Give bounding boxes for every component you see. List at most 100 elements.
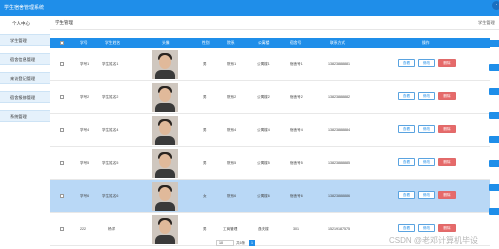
- cell-name: 杨洋: [108, 227, 116, 231]
- cell-phone: 13823888881: [328, 62, 350, 66]
- edit-button[interactable]: 修改: [418, 92, 435, 100]
- sidebar-item-visitor[interactable]: 来访登记管理: [0, 72, 50, 84]
- row-checkbox[interactable]: [60, 194, 64, 198]
- cell-name: 学生姓名4: [102, 128, 119, 132]
- cell-phone: 13823888885: [328, 161, 350, 165]
- table-row[interactable]: 学号4 学生姓名4 男 院系4 公寓楼4 宿舍号4 13823888884 查看…: [50, 114, 490, 147]
- row-checkbox[interactable]: [60, 95, 64, 99]
- delete-button[interactable]: 删除: [438, 158, 456, 166]
- main-content: 学生管理 学生管理 学号 学生姓名 头像 性别 院系 公寓楼 宿舍号 联系方式 …: [50, 16, 499, 249]
- cell-dept: 院系5: [227, 161, 237, 165]
- delete-button[interactable]: 删除: [438, 191, 456, 199]
- delete-button[interactable]: 删除: [438, 92, 456, 100]
- avatar: [152, 182, 178, 211]
- avatar: [152, 149, 178, 178]
- cell-dept: 工商管理: [223, 227, 238, 231]
- table-row[interactable]: 学号1 学生姓名1 男 院系1 公寓楼1 宿舍号1 13823888881 查看…: [50, 48, 490, 81]
- cell-phone: 13823888882: [328, 95, 350, 99]
- sidebar-item-repair[interactable]: 宿舍报修管理: [0, 91, 50, 103]
- user-avatar-icon[interactable]: ·: [492, 1, 499, 10]
- page-current[interactable]: 1: [249, 240, 255, 246]
- cell-gender: 男: [203, 227, 207, 231]
- view-button[interactable]: 查看: [398, 59, 415, 67]
- edit-button[interactable]: 修改: [418, 191, 435, 199]
- side-tool-button[interactable]: [489, 40, 499, 47]
- header-actions: 操作: [422, 41, 430, 45]
- cell-name: 学生姓名2: [102, 95, 119, 99]
- breadcrumb: 学生管理: [478, 20, 495, 25]
- view-button[interactable]: 查看: [398, 224, 415, 232]
- view-button[interactable]: 查看: [398, 125, 415, 133]
- view-button[interactable]: 查看: [398, 158, 415, 166]
- side-tool-button[interactable]: [489, 112, 499, 119]
- avatar: [152, 116, 178, 145]
- cell-id: 学号6: [80, 194, 90, 198]
- edit-button[interactable]: 修改: [418, 125, 435, 133]
- side-tool-button[interactable]: [489, 160, 499, 167]
- delete-button[interactable]: 删除: [438, 59, 456, 67]
- side-tool-button[interactable]: [489, 208, 499, 215]
- cell-dept: 院系1: [227, 62, 237, 66]
- page-size-select[interactable]: 10: [216, 240, 234, 246]
- cell-building: 逸夫楼: [258, 227, 269, 231]
- cell-building: 公寓楼4: [257, 128, 270, 132]
- cell-id: 学号5: [80, 161, 90, 165]
- cell-id: 学号4: [80, 128, 90, 132]
- cell-room: 宿舍号5: [290, 161, 303, 165]
- sidebar-item-dorm[interactable]: 宿舍信息管理: [0, 53, 50, 65]
- cell-gender: 男: [203, 161, 207, 165]
- cell-gender: 男: [203, 62, 207, 66]
- view-button[interactable]: 查看: [398, 191, 415, 199]
- delete-button[interactable]: 删除: [438, 224, 456, 232]
- cell-phone: 15219187575: [328, 227, 350, 231]
- side-tool-button[interactable]: [489, 136, 499, 143]
- side-tool-button[interactable]: [489, 64, 499, 71]
- cell-building: 公寓楼1: [257, 62, 270, 66]
- row-checkbox[interactable]: [60, 227, 64, 231]
- view-button[interactable]: 查看: [398, 92, 415, 100]
- cell-building: 公寓楼5: [257, 161, 270, 165]
- cell-phone: 13823888884: [328, 128, 350, 132]
- edit-button[interactable]: 修改: [418, 158, 435, 166]
- user-center-label: 个人中心: [12, 21, 30, 26]
- row-checkbox[interactable]: [60, 128, 64, 132]
- cell-gender: 男: [203, 95, 207, 99]
- cell-name: 学生姓名5: [102, 161, 119, 165]
- tab-student[interactable]: 学生管理: [55, 20, 73, 26]
- avatar: [152, 215, 178, 244]
- cell-name: 学生姓名6: [102, 194, 119, 198]
- select-all-checkbox[interactable]: [60, 41, 64, 45]
- header-phone: 联系方式: [330, 41, 346, 45]
- table-row[interactable]: 学号5 学生姓名5 男 院系5 公寓楼5 宿舍号5 13823888885 查看…: [50, 147, 490, 180]
- header-room: 宿舍号: [290, 41, 302, 45]
- top-bar: 学生宿舍管理系统 ·: [0, 0, 499, 16]
- sidebar-item-student[interactable]: 学生管理: [0, 34, 50, 46]
- row-checkbox[interactable]: [60, 161, 64, 165]
- watermark: CSDN @老邓计算机毕设: [389, 236, 479, 245]
- cell-room: 301: [293, 227, 299, 231]
- cell-id: 学号1: [80, 62, 90, 66]
- table-row[interactable]: 学号2 学生姓名2 男 院系2 公寓楼2 宿舍号2 13823888882 查看…: [50, 81, 490, 114]
- side-tool-button[interactable]: [489, 88, 499, 95]
- cell-dept: 院系2: [227, 95, 237, 99]
- header-avatar: 头像: [162, 41, 170, 45]
- sidebar-item-system[interactable]: 系统管理: [0, 110, 50, 122]
- cell-room: 宿舍号1: [290, 62, 303, 66]
- cell-id: 学号2: [80, 95, 90, 99]
- edit-button[interactable]: 修改: [418, 59, 435, 67]
- cell-room: 宿舍号4: [290, 128, 303, 132]
- sidebar-menu: 学生管理 宿舍信息管理 来访登记管理 宿舍报修管理 系统管理: [0, 34, 50, 129]
- table-row-selected[interactable]: 学号6 学生姓名6 女 院系6 公寓楼6 宿舍号6 13823888886 查看…: [50, 180, 490, 213]
- header-gender: 性别: [202, 41, 210, 45]
- edit-button[interactable]: 修改: [418, 224, 435, 232]
- row-checkbox[interactable]: [60, 62, 64, 66]
- delete-button[interactable]: 删除: [438, 125, 456, 133]
- pager-total: 共6条: [236, 241, 246, 245]
- header-building: 公寓楼: [258, 41, 270, 45]
- cell-building: 公寓楼6: [257, 194, 270, 198]
- user-center[interactable]: 个人中心: [0, 16, 50, 30]
- table-header: 学号 学生姓名 头像 性别 院系 公寓楼 宿舍号 联系方式 操作: [50, 38, 490, 48]
- cell-phone: 13823888886: [328, 194, 350, 198]
- side-tool-button[interactable]: [489, 184, 499, 191]
- cell-room: 宿舍号2: [290, 95, 303, 99]
